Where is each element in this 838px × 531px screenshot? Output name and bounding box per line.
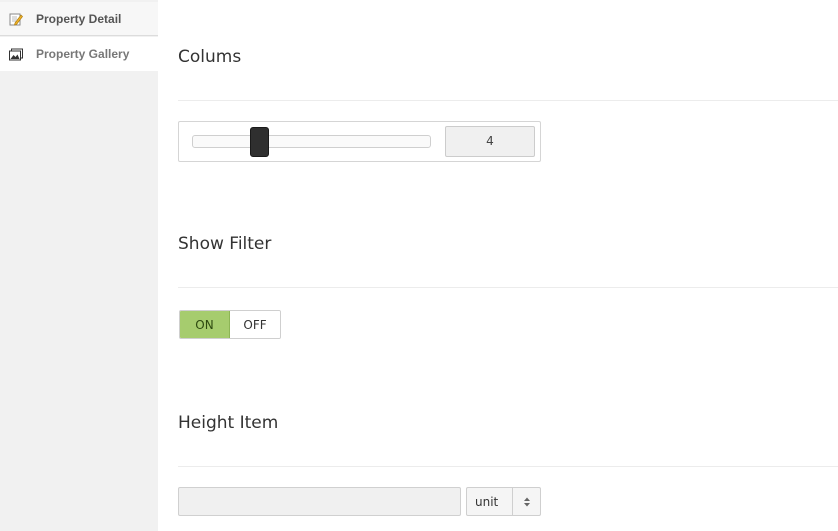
show-filter-title: Show Filter <box>178 234 272 254</box>
sidebar: Property Detail Property Gallery <box>0 0 158 531</box>
unit-select[interactable]: unit <box>466 487 541 516</box>
divider <box>178 100 838 101</box>
columns-slider-container: 4 <box>178 121 541 162</box>
height-input[interactable] <box>178 487 461 516</box>
sidebar-item-label: Property Gallery <box>36 47 130 61</box>
toggle-on-button[interactable]: ON <box>180 311 231 338</box>
edit-icon <box>9 12 23 26</box>
columns-value-field[interactable]: 4 <box>445 126 535 157</box>
updown-arrow-icon <box>512 488 540 515</box>
sidebar-item-property-gallery[interactable]: Property Gallery <box>0 37 158 71</box>
columns-title: Colums <box>178 47 242 67</box>
divider <box>178 287 838 288</box>
divider <box>178 466 838 467</box>
gallery-icon <box>9 47 23 61</box>
show-filter-toggle: ON OFF <box>179 310 281 339</box>
height-item-title: Height Item <box>178 413 279 433</box>
columns-slider-track[interactable] <box>192 135 431 148</box>
sidebar-item-label: Property Detail <box>36 11 122 26</box>
toggle-off-button[interactable]: OFF <box>230 311 280 338</box>
columns-slider-handle[interactable] <box>250 127 269 157</box>
unit-select-value: unit <box>475 494 499 509</box>
sidebar-item-property-detail[interactable]: Property Detail <box>0 2 158 36</box>
